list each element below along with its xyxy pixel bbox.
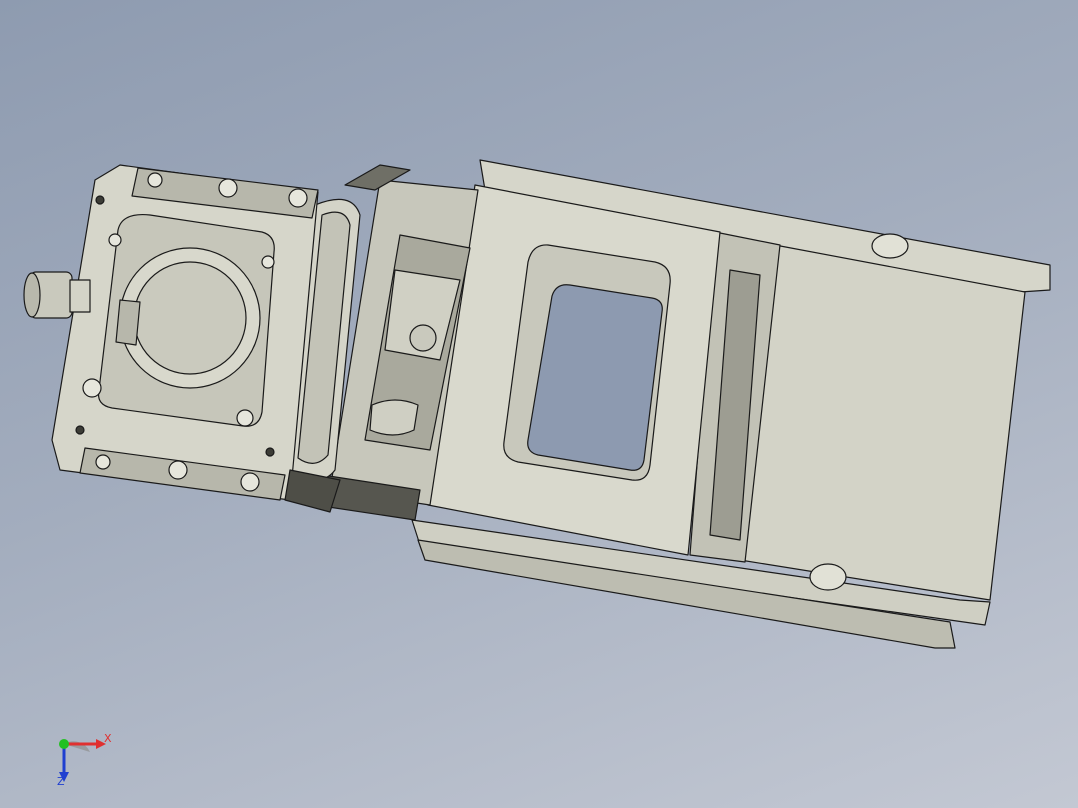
bottom-bolt-2: [168, 460, 188, 480]
motor-bore: [133, 261, 247, 375]
triad-graphic: [59, 739, 106, 782]
rail-pad-top: [871, 233, 909, 259]
small-hole-2: [75, 425, 85, 435]
inner-bolt: [409, 324, 437, 352]
bottom-bolt-1: [95, 454, 111, 470]
end-block: [739, 244, 1026, 601]
graphics-viewport[interactable]: X Z: [0, 0, 1078, 808]
corner-bolt-4: [236, 409, 254, 427]
bore-notch: [115, 299, 141, 346]
top-bolt-3: [288, 188, 308, 208]
cad-model[interactable]: [0, 0, 1078, 808]
orientation-triad: X Z: [40, 722, 130, 792]
bottom-bolt-3: [240, 472, 260, 492]
corner-bolt-2: [261, 255, 275, 269]
top-bolt-2: [218, 178, 238, 198]
top-bolt-1: [147, 172, 163, 188]
small-hole-1: [95, 195, 105, 205]
slide-carriage[interactable]: [289, 159, 1051, 649]
small-hole-3: [265, 447, 275, 457]
gearbox-housing[interactable]: [51, 164, 319, 501]
y-axis-icon: [59, 739, 69, 749]
corner-bolt-1: [108, 233, 122, 247]
z-axis-label: Z: [57, 775, 65, 788]
x-axis-label: X: [104, 732, 112, 745]
corner-bolt-3: [82, 378, 102, 398]
rail-pad-bottom: [809, 563, 847, 591]
inner-clip: [369, 399, 419, 436]
